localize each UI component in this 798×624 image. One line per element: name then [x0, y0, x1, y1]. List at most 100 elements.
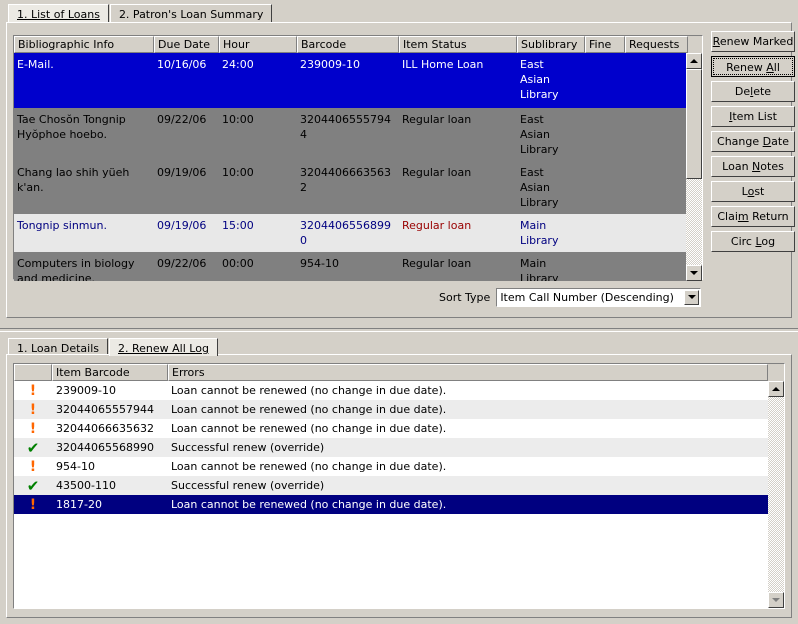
tab-label: 2. Renew All Log — [118, 342, 209, 355]
button-mnemonic: D — [762, 135, 772, 148]
loan-cell-bib: Chang lao shih yüeh k'an. — [17, 166, 130, 194]
loan-cell-bib: Tongnip sinmun. — [17, 219, 107, 232]
renew-log-table: Item Barcode Errors ! 239009-10 Loan cannot… — [13, 363, 785, 609]
loans-panel: 1. List of Loans 2. Patron's Loan Summary… — [0, 0, 798, 326]
scroll-down-arrow-icon — [772, 598, 780, 602]
loan-cell-fine — [585, 256, 625, 281]
loans-column-header[interactable]: Barcode — [297, 36, 399, 53]
loan-cell-requests — [625, 165, 688, 210]
scroll-up-button[interactable] — [686, 53, 702, 69]
button-mnemonic: L — [755, 235, 762, 248]
log-scroll-up-button[interactable] — [768, 381, 784, 397]
button-mnemonic: R — [712, 35, 720, 48]
loan-cell-sublibrary: Main Library — [520, 219, 559, 247]
button-mnemonic: N — [752, 160, 761, 173]
loans-scroll-trough[interactable] — [686, 179, 702, 265]
loans-column-header[interactable]: Bibliographic Info — [14, 36, 154, 53]
log-table-header: Item Barcode Errors — [14, 364, 784, 381]
log-row[interactable]: ! 1817-20 Loan cannot be renewed (no chang… — [14, 495, 768, 514]
loan-cell-requests — [625, 112, 688, 157]
scroll-down-button[interactable] — [686, 265, 702, 281]
loans-table-body[interactable]: E-Mail. 10/16/06 24:00 239009-10 ILL Home Lo… — [14, 53, 688, 281]
loan-cell-bib: Computers in biology and medicine. — [17, 257, 135, 281]
log-row[interactable]: ✔ 43500-110 Successful renew (override) — [14, 476, 768, 495]
loan-row[interactable]: Tongnip sinmun. 09/19/06 15:00 320440655689… — [14, 214, 688, 252]
log-row[interactable]: ! 954-10 Loan cannot be renewed (no change… — [14, 457, 768, 476]
log-scrollbar[interactable] — [768, 381, 784, 608]
loans-scroll-thumb[interactable] — [686, 69, 702, 179]
loans-column-header[interactable]: Item Status — [399, 36, 517, 53]
loan-cell-status: Regular loan — [402, 166, 472, 179]
loan-cell-hour: 10:00 — [222, 113, 254, 126]
log-row[interactable]: ✔ 32044065568990 Successful renew (overrid… — [14, 438, 768, 457]
sort-type-dropdown-button[interactable] — [684, 289, 699, 305]
loans-column-header[interactable]: Requests — [625, 36, 688, 53]
log-table-body[interactable]: ! 239009-10 Loan cannot be renewed (no cha… — [14, 381, 768, 608]
log-cell-error: Successful renew (override) — [171, 441, 325, 454]
loans-column-header[interactable]: Due Date — [154, 36, 219, 53]
warning-icon-glyph: ! — [29, 496, 37, 513]
loan-cell-barcode: 3204406555794 4 — [300, 113, 391, 141]
sort-type-value: Item Call Number (Descending) — [500, 290, 674, 304]
warning-icon: ! — [14, 400, 52, 419]
scroll-up-arrow-icon — [690, 59, 698, 63]
warning-icon: ! — [14, 457, 52, 476]
renew-all-button[interactable]: Renew All — [711, 56, 795, 77]
change-date-button[interactable]: Change Date — [711, 131, 795, 152]
loans-column-header[interactable]: Fine — [585, 36, 625, 53]
loan-cell-fine — [585, 112, 625, 157]
log-cell-error: Loan cannot be renewed (no change in due… — [171, 384, 447, 397]
button-mnemonic: l — [750, 85, 754, 98]
log-scroll-trough[interactable] — [768, 397, 784, 592]
log-row[interactable]: ! 32044066635632 Loan cannot be renewed (n… — [14, 419, 768, 438]
sort-type-select[interactable]: Item Call Number (Descending) — [496, 287, 701, 307]
loan-cell-barcode: 239009-10 — [300, 58, 360, 71]
loan-cell-due-date: 09/22/06 — [157, 113, 207, 126]
log-column-header[interactable]: Item Barcode — [52, 364, 168, 381]
log-frame: Item Barcode Errors ! 239009-10 Loan cannot… — [6, 354, 792, 618]
log-scroll-down-button[interactable] — [768, 592, 784, 608]
log-tab-2[interactable]: 2. Renew All Log — [109, 338, 218, 356]
log-cell-barcode: 239009-10 — [56, 384, 116, 397]
item-list-button[interactable]: Item List — [711, 106, 795, 127]
loan-cell-bib: E-Mail. — [17, 58, 54, 71]
button-mnemonic: o — [747, 185, 755, 198]
tab-1[interactable]: 1. List of Loans — [8, 4, 109, 22]
loan-cell-hour: 24:00 — [222, 58, 254, 71]
loans-frame: Bibliographic Info Due Date Hour Barcode Ite… — [6, 22, 795, 318]
loan-row[interactable]: Computers in biology and medicine. 09/22/… — [14, 252, 688, 281]
claim-return-button[interactable]: Claim Return — [711, 206, 795, 227]
log-row[interactable]: ! 32044065557944 Loan cannot be renewed (n… — [14, 400, 768, 419]
loan-cell-barcode: 3204406663563 2 — [300, 166, 391, 194]
loan-row[interactable]: E-Mail. 10/16/06 24:00 239009-10 ILL Home Lo… — [14, 53, 688, 108]
tab-label: 1. List of Loans — [17, 8, 100, 21]
log-cell-barcode: 32044066635632 — [56, 422, 154, 435]
loan-cell-due-date: 10/16/06 — [157, 58, 207, 71]
warning-icon: ! — [14, 495, 52, 514]
loan-notes-button[interactable]: Loan Notes — [711, 156, 795, 177]
loans-table-header: Bibliographic Info Due Date Hour Barcode Ite… — [14, 36, 702, 53]
loan-row[interactable]: Chang lao shih yüeh k'an. 09/19/06 10:00 32… — [14, 161, 688, 214]
loan-cell-due-date: 09/22/06 — [157, 257, 207, 270]
scroll-down-arrow-icon — [690, 271, 698, 275]
success-icon: ✔ — [14, 476, 52, 495]
log-cell-barcode: 32044065568990 — [56, 441, 154, 454]
log-column-header[interactable]: Errors — [168, 364, 768, 381]
log-cell-barcode: 1817-20 — [56, 498, 102, 511]
loan-cell-sublibrary: East Asian Library — [520, 166, 559, 209]
tab-2[interactable]: 2. Patron's Loan Summary — [109, 4, 273, 22]
lost-button[interactable]: Lost — [711, 181, 795, 202]
loans-column-header[interactable]: Hour — [219, 36, 297, 53]
circ-log-button[interactable]: Circ Log — [711, 231, 795, 252]
log-cell-error: Loan cannot be renewed (no change in due… — [171, 422, 447, 435]
log-column-header[interactable] — [14, 364, 52, 381]
loan-cell-bib: Tae Chosŏn Tongnip Hyŏphoe hoebo. — [17, 113, 126, 141]
loan-cell-due-date: 09/19/06 — [157, 166, 207, 179]
loans-scrollbar[interactable] — [686, 53, 702, 281]
log-row[interactable]: ! 239009-10 Loan cannot be renewed (no cha… — [14, 381, 768, 400]
delete-button[interactable]: Delete — [711, 81, 795, 102]
loans-column-header[interactable]: Sublibrary — [517, 36, 585, 53]
loan-row[interactable]: Tae Chosŏn Tongnip Hyŏphoe hoebo. 09/22/0… — [14, 108, 688, 161]
renew-marked-button[interactable]: Renew Marked — [711, 31, 795, 52]
loan-cell-sublibrary: East Asian Library — [520, 58, 559, 101]
